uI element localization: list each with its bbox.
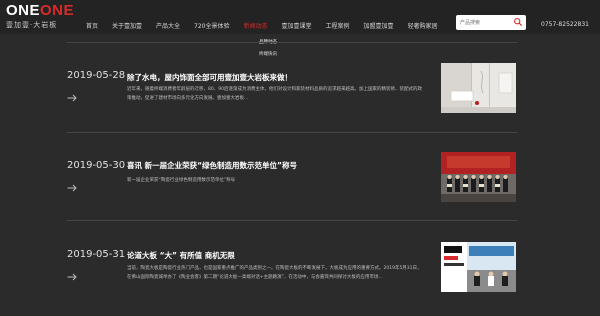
nav-item-franchise[interactable]: 加盟壹加壹 [364,21,394,30]
news-date: 2019-05-28 [67,70,126,81]
main-nav: 首页 关于壹加壹 产品大全 720全景体验 新闻动态 壹加壹课堂 工程案例 加盟… [86,21,452,30]
news-item[interactable]: 2019-05-28 除了水电，屋内饰面全部可用壹加壹大岩板来做！ 近年来，随着… [0,58,600,138]
nav-item-home-furnishing[interactable]: 轻奢购家居 [408,21,438,30]
search-icon[interactable] [513,17,523,27]
divider [67,42,517,43]
news-summary: 近年来，随着终端消费者年龄层的迁移，80、90后逐渐成为消费主体，他们对设计和家… [127,87,422,101]
logo-wordmark: ONEONE [6,2,75,19]
award-ceremony-photo [441,152,516,202]
news-date: 2019-05-31 [67,249,126,260]
news-item[interactable]: 2019-05-31 论道大板 “大” 有所值 商机无限 当前，陶瓷大板是陶瓷行… [0,236,600,316]
nav-item-home[interactable]: 首页 [86,21,98,30]
news-thumbnail[interactable] [441,152,516,202]
nav-item-news[interactable]: 新闻动态 [244,21,268,30]
search-box [456,15,526,30]
news-title[interactable]: 除了水电，屋内饰面全部可用壹加壹大岩板来做！ [127,72,292,83]
logo-tagline: 壹加壹·大岩板 [6,21,58,29]
nav-item-cases[interactable]: 工程案例 [326,21,350,30]
nav-item-classroom[interactable]: 壹加壹课堂 [282,21,312,30]
news-title[interactable]: 论道大板 “大” 有所值 商机无限 [127,250,235,261]
arrow-right-icon[interactable] [67,94,77,102]
bathroom-photo [441,63,516,113]
hotline-number: 0757-82522831 [541,21,589,28]
divider [67,220,517,221]
news-summary: 新一届企业荣获“陶瓷行业绿色制造用数示范单位”称号 [127,178,236,183]
subnav-item-brand-news[interactable]: 品牌动态 [248,37,288,49]
arrow-right-icon[interactable] [67,273,77,281]
news-date: 2019-05-30 [67,160,126,171]
site-header: ONEONE 壹加壹·大岩板 首页 关于壹加壹 产品大全 720全景体验 新闻动… [0,0,600,34]
divider [67,132,517,133]
nav-item-720-tour[interactable]: 720全景体验 [194,21,229,30]
news-thumbnail[interactable] [441,242,516,292]
news-title[interactable]: 喜讯 新一届企业荣获“绿色制造用数示范单位”称号 [127,160,297,171]
news-summary: 当前，陶瓷大板是陶瓷行业热门产品，也是国家重点推广的产品类别之一。在陶瓷大板的不… [127,266,422,280]
brand-logo[interactable]: ONEONE 壹加壹·大岩板 [6,3,74,30]
nav-item-products[interactable]: 产品大全 [156,21,180,30]
arrow-right-icon[interactable] [67,184,77,192]
search-input[interactable] [460,18,512,27]
nav-item-about[interactable]: 关于壹加壹 [112,21,142,30]
news-thumbnail[interactable] [441,63,516,113]
forum-event-photo [441,242,516,292]
news-item[interactable]: 2019-05-30 喜讯 新一届企业荣获“绿色制造用数示范单位”称号 新一届企… [0,146,600,226]
